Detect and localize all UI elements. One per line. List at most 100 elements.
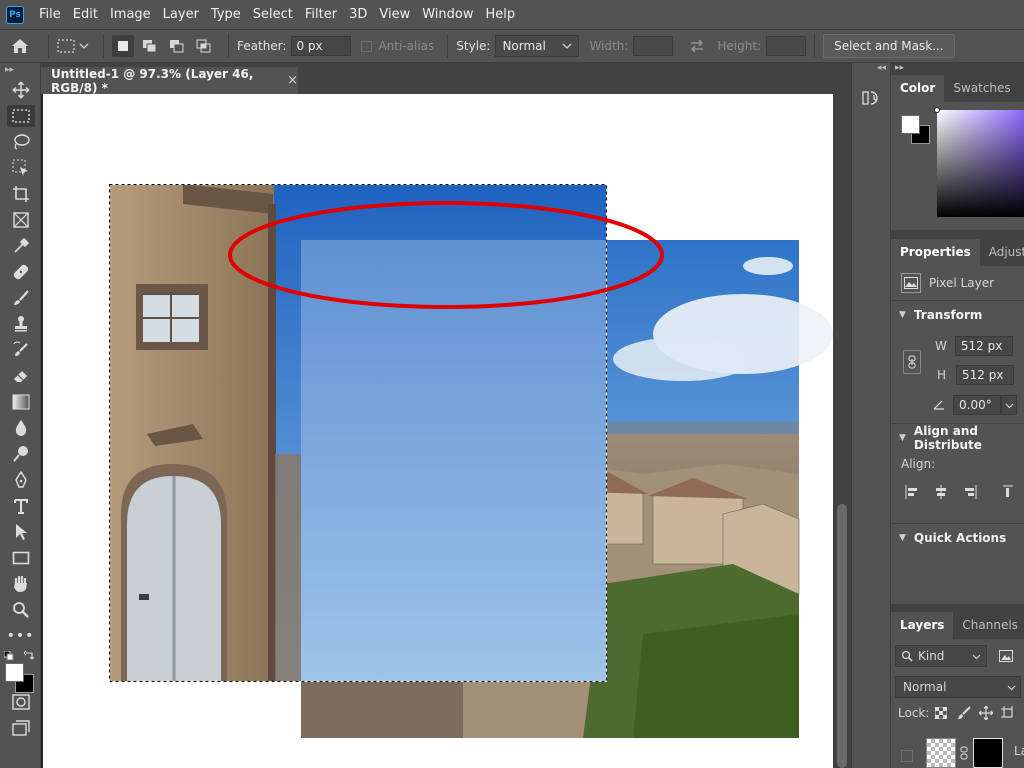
foreground-color-swatch[interactable]	[5, 663, 24, 682]
clone-stamp-tool[interactable]	[0, 311, 41, 337]
swap-colors-icon[interactable]	[24, 650, 35, 661]
tool-preset-picker[interactable]	[57, 39, 89, 53]
document-canvas[interactable]	[43, 94, 833, 768]
home-button[interactable]	[0, 38, 40, 54]
intersect-selection-icon	[196, 39, 211, 53]
menu-type[interactable]: Type	[205, 0, 247, 29]
dodge-tool[interactable]	[0, 441, 41, 467]
align-right-icon[interactable]	[961, 485, 977, 499]
tab-layers[interactable]: Layers	[891, 612, 954, 639]
align-section-header[interactable]: ▼ Align and Distribute	[891, 423, 1024, 452]
close-icon[interactable]: ×	[287, 73, 298, 88]
style-dropdown[interactable]: Normal	[495, 35, 580, 57]
layer-name[interactable]: La	[1014, 744, 1024, 758]
default-colors-icon[interactable]	[4, 651, 14, 661]
layer-mask-thumbnail[interactable]	[973, 738, 1003, 768]
path-selection-tool[interactable]	[0, 519, 41, 545]
width-row: W 512 px	[935, 336, 1013, 356]
width-input[interactable]	[633, 36, 674, 56]
feather-input[interactable]: 0 px	[291, 36, 352, 56]
object-selection-tool[interactable]	[0, 155, 41, 181]
antialias-checkbox[interactable]: Anti-alias	[361, 39, 439, 53]
angle-field[interactable]: 0.00°	[953, 395, 1001, 415]
vertical-scrollbar[interactable]	[833, 94, 851, 768]
menu-image[interactable]: Image	[104, 0, 157, 29]
subtract-selection-button[interactable]	[166, 35, 188, 57]
menu-window[interactable]: Window	[416, 0, 479, 29]
angle-dropdown[interactable]	[1001, 395, 1017, 415]
properties-panel-tabs: Properties Adjustmen	[891, 239, 1024, 266]
blur-tool[interactable]	[0, 415, 41, 441]
visibility-checkbox[interactable]	[901, 750, 913, 762]
transform-section-header[interactable]: ▼ Transform	[891, 300, 1024, 328]
color-picker-handle[interactable]	[934, 107, 940, 113]
panel-grip-icon[interactable]: ▸▸	[0, 63, 40, 77]
collapse-icon[interactable]: ◂◂	[852, 63, 890, 75]
blend-mode-dropdown[interactable]: Normal	[895, 676, 1021, 698]
options-bar: Feather: 0 px Anti-alias Style: Normal W…	[0, 29, 1024, 63]
tab-channels[interactable]: Channels	[953, 612, 1024, 639]
tab-properties[interactable]: Properties	[891, 239, 980, 266]
chevron-down-icon	[972, 654, 981, 659]
brush-tool[interactable]	[0, 285, 41, 311]
select-and-mask-button[interactable]: Select and Mask...	[823, 34, 955, 58]
link-dimensions-button[interactable]	[903, 350, 921, 374]
menu-3d[interactable]: 3D	[343, 0, 373, 29]
eyedropper-tool[interactable]	[0, 233, 41, 259]
menu-help[interactable]: Help	[480, 0, 522, 29]
frame-tool[interactable]	[0, 207, 41, 233]
healing-brush-tool[interactable]	[0, 259, 41, 285]
swap-icon[interactable]	[689, 39, 705, 53]
menu-edit[interactable]: Edit	[67, 0, 104, 29]
align-top-icon[interactable]	[1003, 485, 1013, 499]
menu-view[interactable]: View	[373, 0, 416, 29]
marquee-tool[interactable]	[0, 103, 41, 129]
document-tab[interactable]: Untitled-1 @ 97.3% (Layer 46, RGB/8) * ×	[41, 67, 298, 95]
intersect-selection-button[interactable]	[193, 35, 215, 57]
align-left-icon[interactable]	[905, 485, 921, 499]
eraser-tool[interactable]	[0, 363, 41, 389]
menu-select[interactable]: Select	[247, 0, 299, 29]
menu-filter[interactable]: Filter	[299, 0, 343, 29]
menu-layer[interactable]: Layer	[157, 0, 205, 29]
edit-toolbar-button[interactable]: •••	[0, 623, 41, 649]
zoom-tool[interactable]	[0, 597, 41, 623]
add-selection-button[interactable]	[139, 35, 161, 57]
image-filter-icon[interactable]	[999, 650, 1013, 662]
tab-adjustments[interactable]: Adjustmen	[980, 239, 1024, 266]
history-brush-tool[interactable]	[0, 337, 41, 363]
lock-row: Lock:	[898, 706, 1015, 720]
lock-transparent-icon[interactable]	[935, 707, 948, 719]
layer-row[interactable]: La	[891, 732, 1024, 768]
lasso-tool[interactable]	[0, 129, 41, 155]
screen-mode-button[interactable]	[0, 715, 41, 741]
menu-file[interactable]: File	[33, 0, 67, 29]
width-field[interactable]: 512 px	[954, 336, 1013, 356]
type-tool[interactable]	[0, 493, 41, 519]
lock-artboard-icon[interactable]	[1001, 706, 1015, 720]
scrollbar-thumb[interactable]	[837, 504, 847, 768]
mask-link-icon[interactable]	[960, 746, 968, 760]
gradient-tool[interactable]	[0, 389, 41, 415]
move-tool[interactable]	[0, 77, 41, 103]
quick-actions-header[interactable]: ▼ Quick Actions	[891, 523, 1024, 551]
height-input[interactable]	[766, 36, 807, 56]
color-field[interactable]	[937, 110, 1024, 217]
tab-swatches[interactable]: Swatches	[944, 75, 1019, 102]
height-field[interactable]: 512 px	[956, 365, 1015, 385]
lock-pixels-icon[interactable]	[957, 706, 972, 720]
new-selection-button[interactable]	[112, 35, 134, 57]
tab-gradients[interactable]: Gr	[1020, 75, 1024, 102]
fg-color-swatch[interactable]	[901, 115, 920, 134]
kind-filter-dropdown[interactable]: Kind	[895, 645, 987, 667]
pen-tool[interactable]	[0, 467, 41, 493]
collapse-icon[interactable]: ▸▸	[891, 63, 1024, 75]
history-button[interactable]	[862, 89, 890, 110]
lock-position-icon[interactable]	[979, 706, 994, 720]
quick-mask-icon	[11, 694, 30, 710]
tab-color[interactable]: Color	[891, 75, 945, 102]
crop-tool[interactable]	[0, 181, 41, 207]
hand-tool[interactable]	[0, 571, 41, 597]
align-center-icon[interactable]	[933, 485, 949, 499]
rectangle-tool[interactable]	[0, 545, 41, 571]
